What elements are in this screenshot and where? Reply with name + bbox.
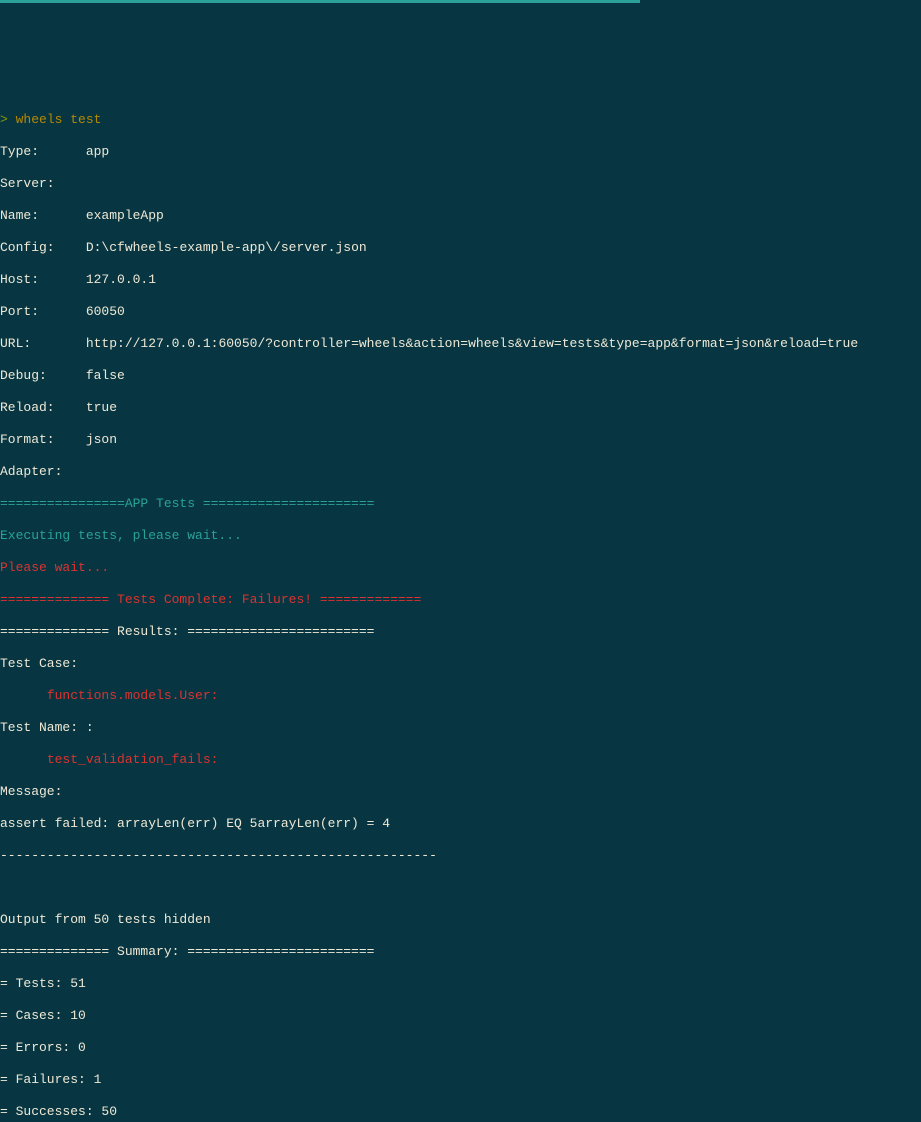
prompt-caret: >: [0, 112, 16, 127]
info-value: app: [86, 144, 109, 159]
info-label: Format:: [0, 432, 86, 447]
indent: [0, 688, 47, 703]
test-name-value: test_validation_fails:: [47, 752, 219, 767]
info-row-config: Config: D:\cfwheels-example-app\/server.…: [0, 240, 921, 256]
blank-line: [0, 880, 921, 896]
info-value: D:\cfwheels-example-app\/server.json: [86, 240, 367, 255]
test-case-value-line: functions.models.User:: [0, 688, 921, 704]
summary-successes: = Successes: 50: [0, 1104, 921, 1120]
terminal-output[interactable]: > wheels test Type: app Server: Name: ex…: [0, 96, 921, 1122]
summary-tests: = Tests: 51: [0, 976, 921, 992]
info-row-host: Host: 127.0.0.1: [0, 272, 921, 288]
section-executing: Executing tests, please wait...: [0, 528, 921, 544]
info-label: Host:: [0, 272, 86, 287]
section-results: ============== Results: ================…: [0, 624, 921, 640]
message-label: Message:: [0, 784, 921, 800]
divider-dashes: ----------------------------------------…: [0, 848, 921, 864]
summary-failures: = Failures: 1: [0, 1072, 921, 1088]
info-label: Name:: [0, 208, 86, 223]
info-value: true: [86, 400, 117, 415]
info-value: false: [86, 368, 125, 383]
info-label: Config:: [0, 240, 86, 255]
test-case-value: functions.models.User:: [47, 688, 219, 703]
summary-errors: = Errors: 0: [0, 1040, 921, 1056]
info-row-format: Format: json: [0, 432, 921, 448]
info-label: Adapter:: [0, 464, 62, 479]
section-please-wait: Please wait...: [0, 560, 921, 576]
prompt-command: wheels test: [16, 112, 102, 127]
info-value: json: [86, 432, 117, 447]
info-value: http://127.0.0.1:60050/?controller=wheel…: [86, 336, 858, 351]
info-label: Type:: [0, 144, 86, 159]
test-name-value-line: test_validation_fails:: [0, 752, 921, 768]
info-row-name: Name: exampleApp: [0, 208, 921, 224]
test-name-label: Test Name: :: [0, 720, 921, 736]
info-label: URL:: [0, 336, 86, 351]
hidden-output-line: Output from 50 tests hidden: [0, 912, 921, 928]
info-label: Server:: [0, 176, 55, 191]
info-label: Reload:: [0, 400, 86, 415]
info-row-type: Type: app: [0, 144, 921, 160]
message-value: assert failed: arrayLen(err) EQ 5arrayLe…: [0, 816, 921, 832]
info-label: Debug:: [0, 368, 86, 383]
window-tab-strip: [0, 0, 640, 3]
info-value: exampleApp: [86, 208, 164, 223]
info-row-reload: Reload: true: [0, 400, 921, 416]
info-row-debug: Debug: false: [0, 368, 921, 384]
info-value: 60050: [86, 304, 125, 319]
prompt-line: > wheels test: [0, 112, 921, 128]
summary-header: ============== Summary: ================…: [0, 944, 921, 960]
test-case-label: Test Case:: [0, 656, 921, 672]
info-row-server: Server:: [0, 176, 921, 192]
indent: [0, 752, 47, 767]
info-value: 127.0.0.1: [86, 272, 156, 287]
info-label: Port:: [0, 304, 86, 319]
section-app-tests: ================APP Tests ==============…: [0, 496, 921, 512]
info-row-port: Port: 60050: [0, 304, 921, 320]
info-row-adapter: Adapter:: [0, 464, 921, 480]
section-complete-failures: ============== Tests Complete: Failures!…: [0, 592, 921, 608]
summary-cases: = Cases: 10: [0, 1008, 921, 1024]
info-row-url: URL: http://127.0.0.1:60050/?controller=…: [0, 336, 921, 352]
